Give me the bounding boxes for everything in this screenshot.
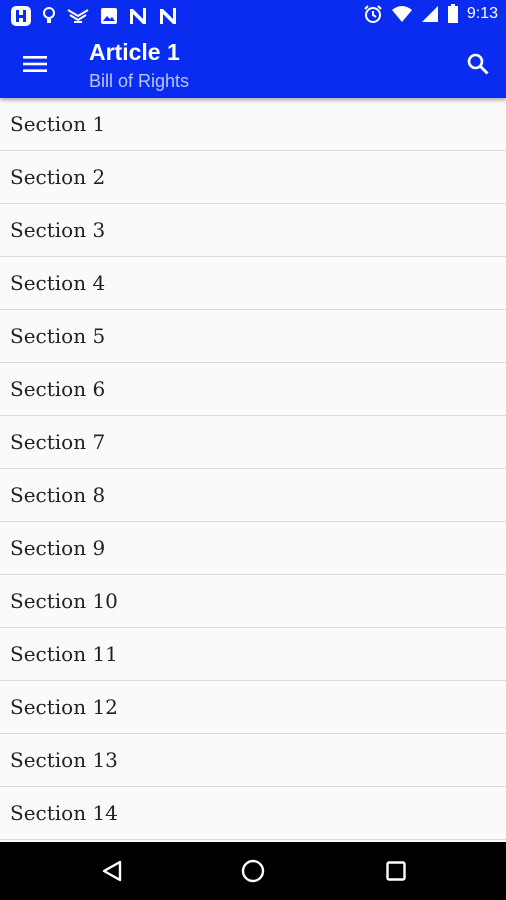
list-item-section-7[interactable]: Section 7	[0, 416, 506, 469]
status-time: 9:13	[466, 5, 498, 22]
signal-icon	[421, 6, 438, 22]
recents-square-icon	[386, 861, 406, 881]
list-item-section-12[interactable]: Section 12	[0, 681, 506, 734]
recents-button[interactable]	[378, 853, 414, 889]
list-item-section-13[interactable]: Section 13	[0, 734, 506, 787]
list-item-section-10[interactable]: Section 10	[0, 575, 506, 628]
antenna-icon	[67, 9, 89, 23]
list-item-label: Section 13	[10, 748, 118, 772]
list-item-section-6[interactable]: Section 6	[0, 363, 506, 416]
search-icon	[467, 53, 489, 75]
list-item-section-8[interactable]: Section 8	[0, 469, 506, 522]
section-list: Section 1 Section 2 Section 3 Section 4 …	[0, 98, 506, 842]
list-item-section-1[interactable]: Section 1	[0, 98, 506, 151]
list-item-section-11[interactable]: Section 11	[0, 628, 506, 681]
list-item-label: Section 1	[10, 112, 106, 136]
home-circle-icon	[241, 859, 265, 883]
back-button[interactable]	[94, 853, 130, 889]
list-item-section-9[interactable]: Section 9	[0, 522, 506, 575]
list-item-label: Section 14	[10, 801, 118, 825]
list-item-section-4[interactable]: Section 4	[0, 257, 506, 310]
navigation-bar	[0, 842, 506, 900]
back-triangle-icon	[102, 860, 122, 882]
n-app-icon	[130, 8, 146, 24]
list-item-label: Section 9	[10, 536, 106, 560]
battery-icon	[447, 4, 458, 23]
list-item-section-5[interactable]: Section 5	[0, 310, 506, 363]
list-item-label: Section 3	[10, 218, 106, 242]
wifi-icon	[391, 6, 412, 22]
list-item-label: Section 2	[10, 165, 106, 189]
list-item-label: Section 4	[10, 271, 106, 295]
list-item-label: Section 8	[10, 483, 106, 507]
list-item-label: Section 12	[10, 695, 118, 719]
list-item-section-2[interactable]: Section 2	[0, 151, 506, 204]
app-bar: Article 1 Bill of Rights	[0, 31, 506, 98]
search-button[interactable]	[458, 46, 498, 82]
alarm-icon	[364, 5, 382, 23]
home-button[interactable]	[235, 853, 271, 889]
list-item-label: Section 10	[10, 589, 118, 613]
list-item-label: Section 11	[10, 642, 118, 666]
lightbulb-icon	[43, 7, 55, 23]
n-app-icon	[160, 8, 176, 24]
notification-icons	[10, 5, 178, 27]
list-item-section-14[interactable]: Section 14	[0, 787, 506, 840]
page-title: Article 1	[89, 39, 180, 65]
menu-button[interactable]	[14, 47, 56, 81]
hamburger-menu-icon	[23, 56, 47, 72]
image-icon	[101, 8, 117, 24]
list-item-label: Section 5	[10, 324, 106, 348]
status-bar: 9:13	[0, 0, 506, 31]
system-icons: 9:13	[363, 4, 498, 24]
list-item-label: Section 7	[10, 430, 106, 454]
list-item-section-3[interactable]: Section 3	[0, 204, 506, 257]
list-item-label: Section 6	[10, 377, 106, 401]
page-subtitle: Bill of Rights	[89, 71, 190, 91]
h-app-icon	[11, 6, 31, 26]
